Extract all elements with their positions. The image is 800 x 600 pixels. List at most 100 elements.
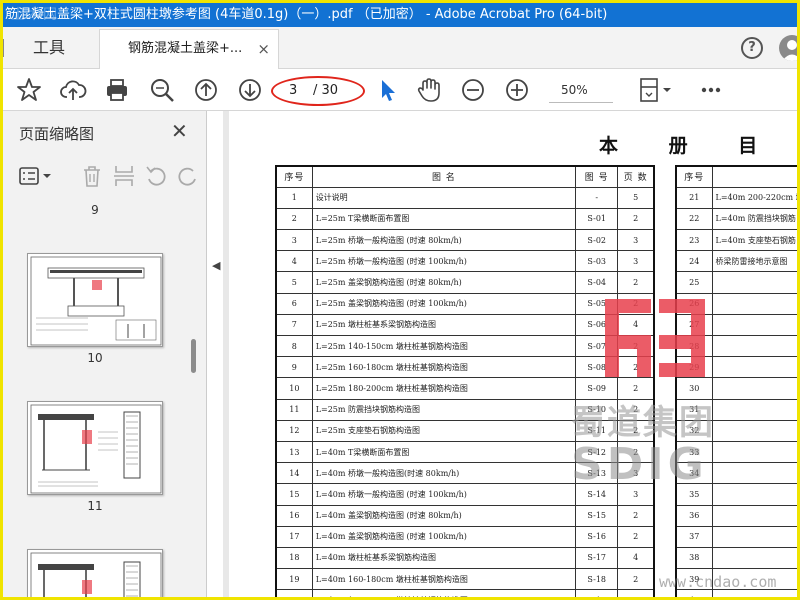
row-name: L=40m 200-220cm 墩 xyxy=(711,186,797,209)
row-number: 32 xyxy=(675,419,713,442)
row-code: S-01 xyxy=(575,207,619,231)
row-number: 21 xyxy=(675,186,713,209)
window-title: 筋混凝土盖梁+双柱式圆柱墩参考图 (4车道0.1g)（一）.pdf （已加密） … xyxy=(5,7,608,22)
row-code: S-13 xyxy=(575,462,619,485)
tab-divider xyxy=(3,39,5,57)
page-number-field[interactable]: 3 / 30 xyxy=(271,76,365,106)
row-pages: 3 xyxy=(617,229,655,252)
header-name: 图 名 xyxy=(311,165,577,188)
row-name: L=40m 180-200cm 墩柱桩基钢筋构造图 xyxy=(311,589,577,597)
row-code: S-06 xyxy=(575,313,619,337)
toolbar: 3 / 30 50% xyxy=(3,69,797,111)
table-row: 39 xyxy=(675,568,797,591)
row-number: 18 xyxy=(275,546,313,570)
row-pages: 2 xyxy=(617,356,655,379)
more-options-icon[interactable] xyxy=(697,76,725,104)
hand-tool-icon[interactable] xyxy=(415,76,443,104)
row-pages: 5 xyxy=(617,186,655,209)
header-pages: 页 数 xyxy=(617,165,655,188)
row-pages: 3 xyxy=(617,483,655,506)
collapse-panel-icon[interactable]: ◀ xyxy=(212,259,220,272)
thumbnail-options-icon[interactable] xyxy=(17,163,57,189)
row-number: 25 xyxy=(675,271,713,294)
table-row: 3 L=25m 桥墩一般构造图 (时速 80km/h) S-02 3 xyxy=(275,229,655,252)
row-number: 19 xyxy=(275,568,313,591)
table-row: 35 xyxy=(675,483,797,506)
row-number: 1 xyxy=(275,186,313,209)
select-cursor-icon[interactable] xyxy=(373,76,401,104)
zoom-in-icon[interactable] xyxy=(503,76,531,104)
row-name xyxy=(711,377,797,400)
rotate-left-icon[interactable] xyxy=(143,163,169,189)
zoom-level-dropdown[interactable]: 50% xyxy=(549,79,613,103)
user-avatar-icon[interactable] xyxy=(779,35,797,61)
row-name: L=25m T梁横断面布置图 xyxy=(311,207,577,231)
row-number: 5 xyxy=(275,271,313,294)
document-page: 本 册 目 录 序号 图 名 图 号 页 数 1设计说明-52L=25m T梁横… xyxy=(229,111,797,597)
total-pages-label: / 30 xyxy=(313,83,339,98)
row-name: L=25m 支座垫石钢筋构造图 xyxy=(311,419,577,442)
thumbnail-page-11[interactable] xyxy=(27,401,163,495)
thumbnail-list: 9 10 11 xyxy=(3,197,207,597)
row-name xyxy=(711,313,797,337)
zoom-out-icon[interactable] xyxy=(459,76,487,104)
row-code: S-03 xyxy=(575,250,619,273)
row-name: L=40m 盖梁钢筋构造图 (时速 80km/h) xyxy=(311,504,577,527)
row-code: S-11 xyxy=(575,419,619,442)
help-icon[interactable]: ? xyxy=(741,37,763,59)
current-page-input[interactable]: 3 xyxy=(289,77,297,105)
cloud-upload-icon[interactable] xyxy=(59,76,87,104)
row-name: L=25m 160-180cm 墩柱桩基钢筋构造图 xyxy=(311,356,577,379)
row-number: 24 xyxy=(675,250,713,273)
rotate-right-icon[interactable] xyxy=(175,163,201,189)
tab-document[interactable]: 钢筋混凝土盖梁+... × xyxy=(99,29,279,69)
row-name xyxy=(711,271,797,294)
star-icon[interactable] xyxy=(15,76,43,104)
insert-page-icon[interactable] xyxy=(111,163,137,189)
tab-tools[interactable]: 工具 xyxy=(3,27,95,69)
row-code: S-08 xyxy=(575,356,619,379)
close-tab-icon[interactable]: × xyxy=(257,30,270,68)
row-name: L=25m 桥墩一般构造图 (时速 80km/h) xyxy=(311,229,577,252)
header-name-empty xyxy=(711,165,797,188)
table-row: 24 桥梁防雷接地示意图 xyxy=(675,250,797,273)
row-number: 34 xyxy=(675,462,713,485)
print-icon[interactable] xyxy=(103,76,131,104)
row-number: 16 xyxy=(275,504,313,527)
next-page-icon[interactable] xyxy=(236,76,264,104)
row-number: 23 xyxy=(675,229,713,252)
row-name xyxy=(711,292,797,315)
previous-page-icon[interactable] xyxy=(192,76,220,104)
row-number: 15 xyxy=(275,483,313,506)
row-code: S-05 xyxy=(575,292,619,315)
document-view: 本 册 目 录 序号 图 名 图 号 页 数 1设计说明-52L=25m T梁横… xyxy=(223,111,797,597)
row-number: 10 xyxy=(275,377,313,400)
table-row: 21 L=40m 200-220cm 墩 xyxy=(675,186,797,209)
fit-page-icon[interactable] xyxy=(637,76,677,104)
row-name xyxy=(711,462,797,485)
panel-scrollbar[interactable] xyxy=(191,339,196,373)
row-name: L=40m 桥墩一般构造图(时速 80km/h) xyxy=(311,462,577,485)
thumbnail-page-10[interactable] xyxy=(27,253,163,347)
close-panel-icon[interactable]: ✕ xyxy=(171,119,188,143)
row-name: L=40m 桥墩一般构造图 (时速 100km/h) xyxy=(311,483,577,506)
row-name xyxy=(711,546,797,570)
header-number: 序号 xyxy=(275,165,313,188)
row-pages: 2 xyxy=(617,398,655,421)
delete-page-icon[interactable] xyxy=(79,163,105,189)
row-name: L=25m 盖梁钢筋构造图 (时速 80km/h) xyxy=(311,271,577,294)
row-number: 22 xyxy=(675,207,713,231)
table-header-row: 序号 图 名 图 号 页 数 xyxy=(275,165,655,188)
panel-toolbar xyxy=(3,159,207,193)
row-name xyxy=(711,398,797,421)
zoom-search-icon[interactable] xyxy=(148,76,176,104)
row-pages: 2 xyxy=(617,377,655,400)
row-name xyxy=(711,504,797,527)
row-number: 13 xyxy=(275,440,313,464)
thumbnail-page-12[interactable] xyxy=(27,549,163,597)
row-number: 29 xyxy=(675,356,713,379)
table-row: 19 L=40m 160-180cm 墩柱桩基钢筋构造图 S-18 2 xyxy=(275,568,655,591)
table-row: 29 xyxy=(675,356,797,379)
table-row: 9 L=25m 160-180cm 墩柱桩基钢筋构造图 S-08 2 xyxy=(275,356,655,379)
row-pages: 2 xyxy=(617,525,655,548)
